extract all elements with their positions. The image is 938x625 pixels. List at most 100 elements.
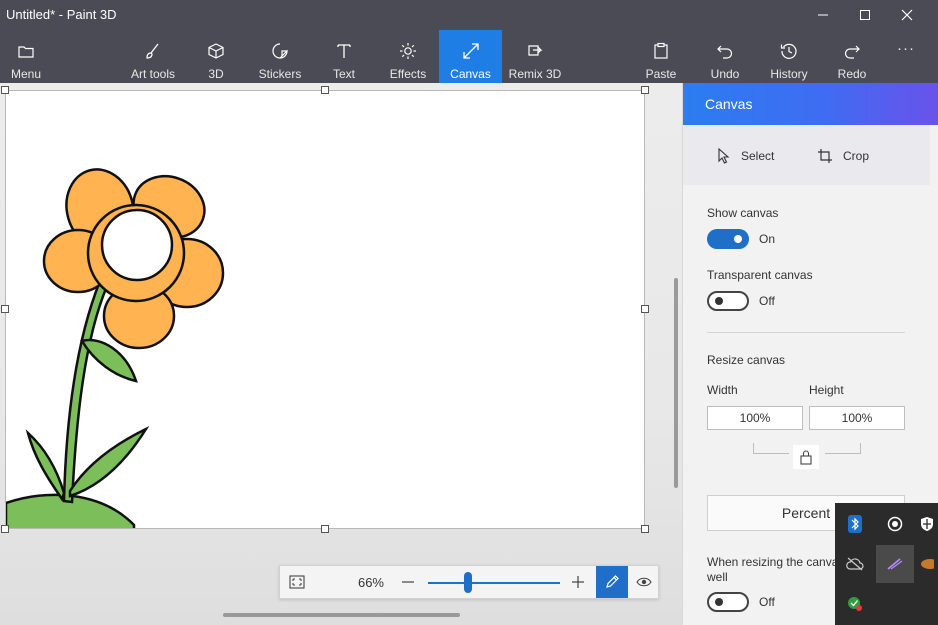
effects-tab[interactable]: Effects xyxy=(382,30,434,83)
transparent-canvas-toggle[interactable] xyxy=(707,291,749,311)
canvas-tab[interactable]: Canvas xyxy=(439,30,502,83)
pencil-icon xyxy=(606,575,619,588)
text-tab[interactable]: Text xyxy=(324,30,364,83)
select-crop-bar: Select Crop xyxy=(683,125,930,185)
3d-label: 3D xyxy=(208,67,224,81)
lock-aspect-ratio-button[interactable] xyxy=(793,445,819,469)
art-tools-label: Art tools xyxy=(130,67,175,81)
3d-tab[interactable]: 3D xyxy=(196,30,236,83)
window-title: Untitled* - Paint 3D xyxy=(6,7,117,22)
art-tools-tab[interactable]: Art tools xyxy=(124,30,182,83)
history-icon xyxy=(780,42,798,60)
maximize-button[interactable] xyxy=(844,0,886,30)
zoom-in-button[interactable] xyxy=(566,566,590,598)
system-tray-popup xyxy=(835,503,938,625)
stickers-tab[interactable]: Stickers xyxy=(252,30,308,83)
aspect-lock-group xyxy=(753,439,861,469)
resize-image-toggle[interactable] xyxy=(707,592,749,612)
resize-handle-top-left[interactable] xyxy=(1,86,9,94)
security-tray-button[interactable] xyxy=(916,505,938,543)
select-label: Select xyxy=(741,149,775,163)
redo-label: Redo xyxy=(837,67,867,81)
leaf-lower-left xyxy=(25,429,66,502)
undo-icon xyxy=(716,42,734,60)
minimize-icon xyxy=(818,14,828,16)
brush-icon xyxy=(144,42,162,60)
resize-handle-right[interactable] xyxy=(641,305,649,313)
cursor-icon xyxy=(718,148,730,164)
orange-app-tray-button[interactable] xyxy=(916,545,938,583)
undo-label: Undo xyxy=(710,67,740,81)
effects-label: Effects xyxy=(389,67,427,81)
panel-title: Canvas xyxy=(705,96,753,112)
resize-handle-top[interactable] xyxy=(321,86,329,94)
show-canvas-state: On xyxy=(759,232,776,246)
crop-label: Crop xyxy=(843,149,870,163)
paste-button[interactable]: Paste xyxy=(640,30,682,83)
more-options-button[interactable]: ··· xyxy=(888,30,924,83)
remix-3d-tab[interactable]: Remix 3D xyxy=(506,30,564,83)
resize-handle-bottom[interactable] xyxy=(321,525,329,533)
height-input[interactable]: 100% xyxy=(809,406,905,430)
close-icon xyxy=(901,9,913,21)
cloud-off-icon xyxy=(846,557,864,571)
record-tray-button[interactable] xyxy=(876,505,914,543)
paste-label: Paste xyxy=(645,67,677,81)
resize-icon xyxy=(462,42,480,60)
close-button[interactable] xyxy=(886,0,928,30)
show-canvas-label: Show canvas xyxy=(707,206,779,220)
bluetooth-tray-button[interactable] xyxy=(836,505,874,543)
fit-screen-icon xyxy=(289,575,305,589)
plus-icon xyxy=(572,576,584,588)
cube-icon xyxy=(207,42,225,60)
sun-icon xyxy=(399,42,417,60)
menu-label: Menu xyxy=(10,67,42,81)
resize-handle-top-right[interactable] xyxy=(641,86,649,94)
crop-icon xyxy=(818,149,832,163)
history-button[interactable]: History xyxy=(764,30,814,83)
view-mode-button[interactable] xyxy=(630,566,658,598)
drawing-canvas[interactable] xyxy=(5,90,645,529)
select-button[interactable]: Select xyxy=(717,145,774,167)
text-icon xyxy=(335,42,353,60)
show-canvas-toggle[interactable] xyxy=(707,229,749,249)
stickers-label: Stickers xyxy=(258,67,302,81)
redo-button[interactable]: Redo xyxy=(832,30,872,83)
edit-mode-button[interactable] xyxy=(596,566,628,598)
zoom-bar: 66% xyxy=(279,565,659,599)
remix-icon xyxy=(526,42,544,60)
text-label: Text xyxy=(332,67,355,81)
width-input[interactable]: 100% xyxy=(707,406,803,430)
fit-to-window-button[interactable] xyxy=(280,566,314,598)
transparent-canvas-state: Off xyxy=(759,294,775,308)
menu-button[interactable]: Menu xyxy=(0,30,52,83)
zoom-slider-track[interactable] xyxy=(428,582,560,584)
history-label: History xyxy=(770,67,808,81)
resize-handle-bottom-right[interactable] xyxy=(641,525,649,533)
resize-handle-bottom-left[interactable] xyxy=(1,525,9,533)
check-tray-button[interactable] xyxy=(836,585,874,623)
horizontal-scrollbar[interactable] xyxy=(223,613,460,617)
flower-center xyxy=(100,208,174,282)
zoom-out-button[interactable] xyxy=(396,566,420,598)
crop-button[interactable]: Crop xyxy=(817,145,869,167)
zoom-slider-thumb[interactable] xyxy=(463,572,472,593)
panel-divider xyxy=(707,332,905,333)
redo-icon xyxy=(843,42,861,60)
minimize-button[interactable] xyxy=(802,0,844,30)
pen-tray-button[interactable] xyxy=(876,545,914,583)
vertical-scrollbar[interactable] xyxy=(674,278,678,488)
eye-icon xyxy=(636,577,652,587)
resize-handle-left[interactable] xyxy=(1,305,9,313)
leaf-lower-right xyxy=(68,425,150,498)
record-icon xyxy=(887,516,903,532)
cloud-tray-button[interactable] xyxy=(836,545,874,583)
canvas-label: Canvas xyxy=(450,67,491,81)
undo-button[interactable]: Undo xyxy=(705,30,745,83)
flower-drawing xyxy=(6,168,225,528)
lock-icon xyxy=(800,450,812,465)
bluetooth-icon xyxy=(848,515,862,533)
resize-canvas-heading: Resize canvas xyxy=(707,353,786,367)
ribbon-toolbar: Menu Art tools 3D Stickers Text Effects xyxy=(0,30,938,83)
workspace: 66% xyxy=(0,83,682,625)
